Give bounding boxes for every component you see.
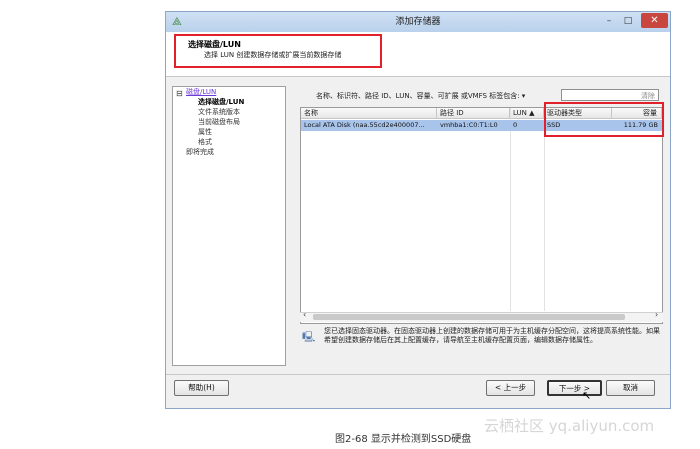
wizard-steps-pane: ⊟ 磁盘/LUN 选择磁盘/LUN 文件系统版本 当前磁盘布局 属性 格式 即将… <box>172 86 286 366</box>
nav-step-format[interactable]: 格式 <box>198 138 212 147</box>
maximize-button[interactable]: □ <box>621 14 635 28</box>
column-divider <box>544 108 545 311</box>
clear-filter-link[interactable]: 清除 <box>641 91 655 101</box>
col-header-path-id[interactable]: 路径 ID <box>437 108 510 119</box>
add-storage-dialog: ⟁ 添加存储器 – □ ✕ 选择磁盘/LUN 选择 LUN 创建数据存储或扩展当… <box>165 11 671 409</box>
nav-step-disk-layout[interactable]: 当前磁盘布局 <box>198 118 240 127</box>
nav-step-ready[interactable]: 即将完成 <box>186 148 214 157</box>
cell-path-id: vmhba1:C0:T1:L0 <box>440 121 498 129</box>
info-icon: 🖳 <box>302 332 316 343</box>
mouse-cursor-icon: ↖ <box>582 389 592 402</box>
col-header-name[interactable]: 名称 <box>301 108 437 119</box>
drive-type-highlight-box <box>544 102 664 137</box>
scrollbar-thumb[interactable] <box>313 314 625 320</box>
cell-lun: 0 <box>513 121 518 129</box>
ssd-info-message: 您已选择固态驱动器。在固态驱动器上创建的数据存储可用于为主机缓存分配空间，这将提… <box>324 327 660 344</box>
scroll-right-icon[interactable]: › <box>655 310 658 319</box>
tree-collapse-icon[interactable]: ⊟ <box>176 89 183 98</box>
nav-step-fs-version[interactable]: 文件系统版本 <box>198 108 240 117</box>
header-subtitle: 选择 LUN 创建数据存储或扩展当前数据存储 <box>204 51 342 59</box>
nav-step-select-disk[interactable]: 选择磁盘/LUN <box>198 98 244 107</box>
help-button[interactable]: 帮助(H) <box>174 380 229 396</box>
filter-label[interactable]: 名称、标识符、路径 ID、LUN、容量、可扩展 或VMFS 标签包含: ▾ <box>316 91 525 101</box>
watermark: 云栖社区 yq.aliyun.com <box>484 417 655 435</box>
col-header-lun[interactable]: LUN ▲ <box>510 108 544 119</box>
nav-step-properties[interactable]: 属性 <box>198 128 212 137</box>
figure-caption: 图2-68 显示并检测到SSD硬盘 <box>335 434 472 445</box>
next-button[interactable]: 下一步 > <box>547 380 602 396</box>
lun-table: 名称 路径 ID LUN ▲ 驱动器类型 容量 Local ATA Disk (… <box>300 107 663 324</box>
close-button[interactable]: ✕ <box>641 13 668 28</box>
nav-step-disk-lun[interactable]: 磁盘/LUN <box>186 88 216 97</box>
cell-name: Local ATA Disk (naa.55cd2e400007... <box>304 121 425 129</box>
scroll-left-icon[interactable]: ‹ <box>303 310 306 319</box>
cancel-button[interactable]: 取消 <box>606 380 655 396</box>
footer-divider <box>166 374 670 375</box>
back-button[interactable]: < 上一步 <box>486 380 535 396</box>
minimize-button[interactable]: – <box>602 14 616 28</box>
header-title: 选择磁盘/LUN <box>188 40 241 49</box>
window-title: 添加存储器 <box>395 17 441 27</box>
column-divider <box>510 108 511 311</box>
